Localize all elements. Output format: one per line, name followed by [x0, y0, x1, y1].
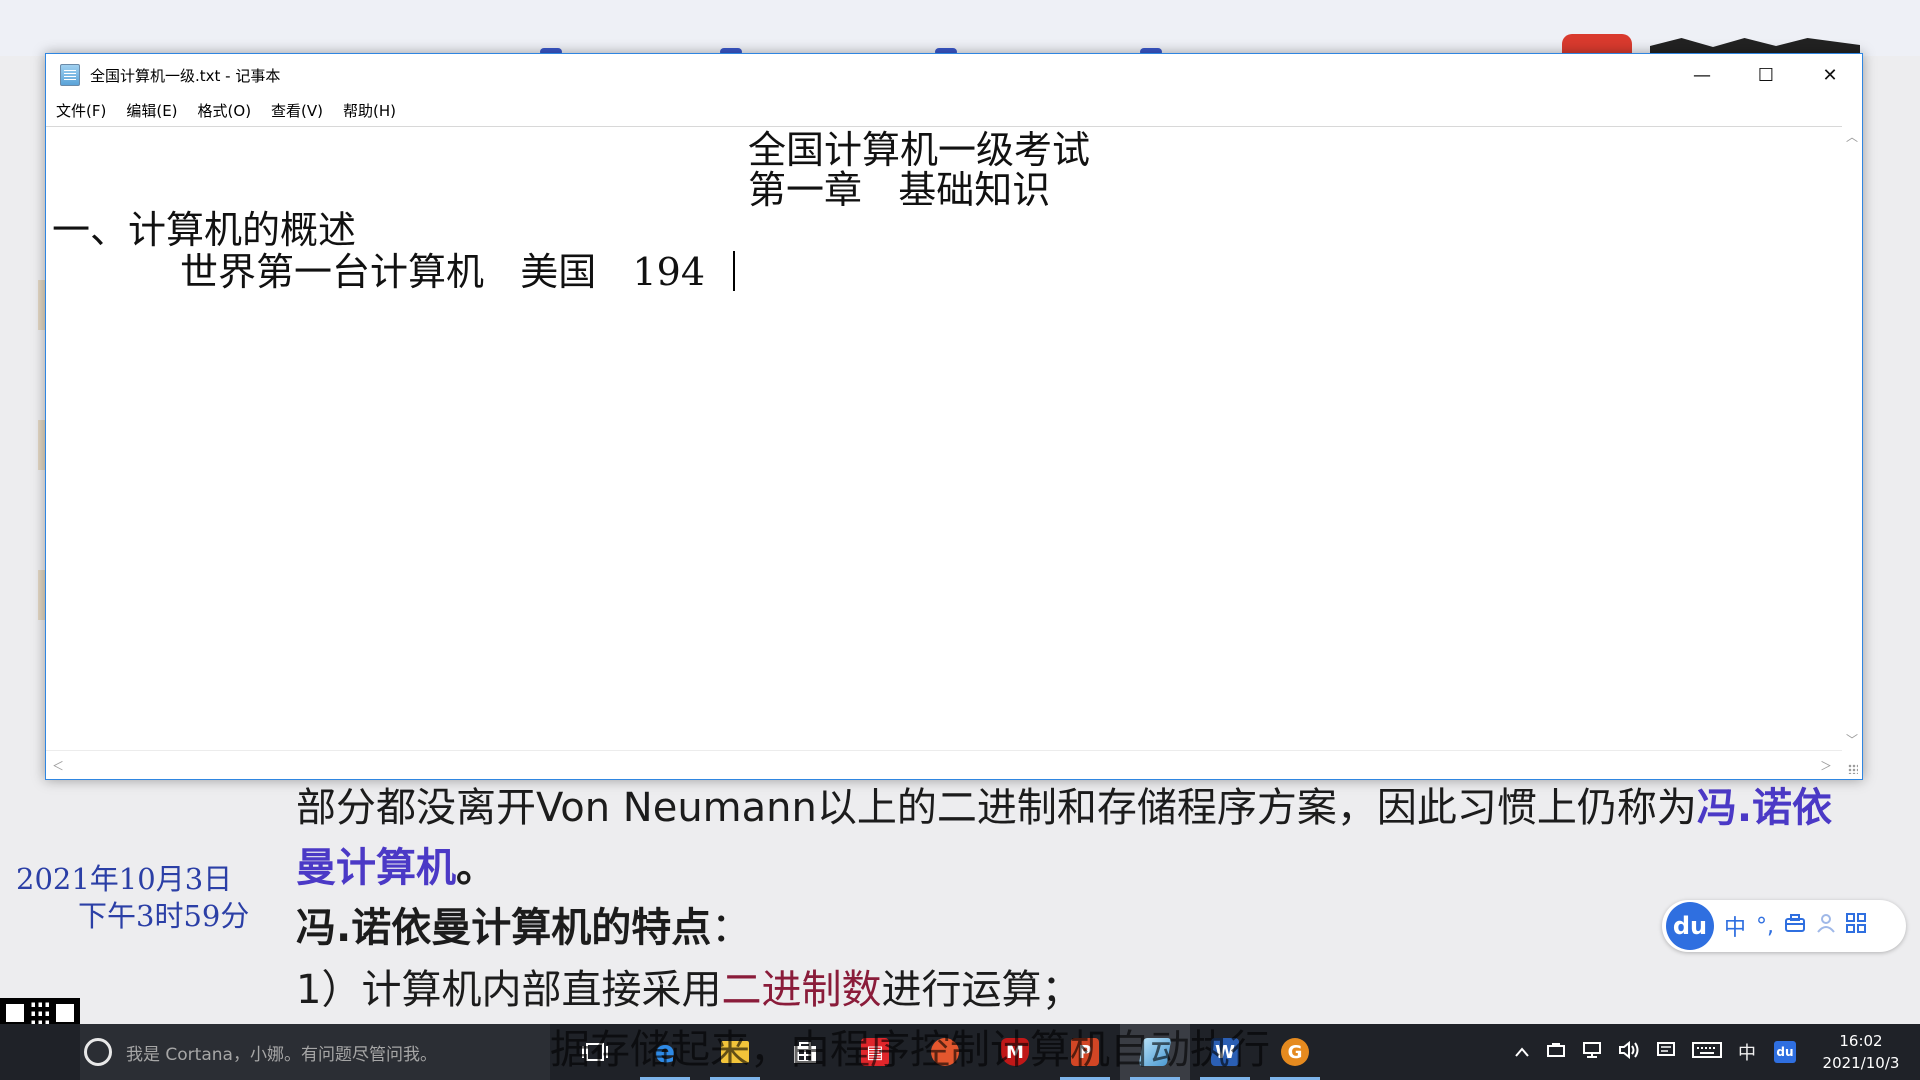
- word-icon[interactable]: W: [1190, 1024, 1260, 1080]
- slide-heading: 冯.诺依曼计算机的特点：: [296, 908, 751, 948]
- ime-mode-toggle[interactable]: 中: [1724, 910, 1746, 942]
- paint-icon[interactable]: [910, 1024, 980, 1080]
- input-language-indicator[interactable]: 中: [1738, 1039, 1756, 1065]
- baidu-ime-logo[interactable]: du: [1666, 902, 1714, 950]
- document-chapter-line: 第一章 基础知识: [748, 168, 1051, 212]
- slide-text-line: 曼计算机。: [296, 848, 496, 888]
- minimize-button[interactable]: —: [1670, 54, 1734, 96]
- notification-icon[interactable]: [1656, 1041, 1676, 1064]
- store-icon[interactable]: [770, 1024, 840, 1080]
- task-view-icon[interactable]: [560, 1024, 630, 1080]
- caption-buttons: — ☐ ✕: [1670, 54, 1862, 96]
- menu-help[interactable]: 帮助(H): [343, 100, 396, 121]
- clock-time: 16:02: [1839, 1032, 1883, 1050]
- slide-text: 冯.诺依曼计算机的特点: [296, 905, 712, 951]
- network-icon[interactable]: [1582, 1041, 1602, 1064]
- document-section-line: 一、计算机的概述: [52, 208, 357, 252]
- search-placeholder: 我是 Cortana，小娜。有问题尽管问我。: [126, 1044, 437, 1065]
- slide-text-line: 部分都没离开Von Neumann以上的二进制和存储程序方案，因此习惯上仍称为冯…: [296, 788, 1832, 828]
- volume-icon[interactable]: [1618, 1040, 1640, 1064]
- title-bar[interactable]: 全国计算机一级.txt - 记事本 — ☐ ✕: [46, 54, 1862, 96]
- slide-highlight: 曼计算机: [296, 845, 456, 891]
- taskbar-apps: e ▤ M P W G: [560, 1024, 1330, 1080]
- cortana-icon[interactable]: [84, 1038, 112, 1066]
- slide-date: 2021年10月3日: [16, 862, 233, 896]
- ime-punctuation-toggle[interactable]: °,: [1756, 914, 1774, 939]
- app-icon[interactable]: G: [1260, 1024, 1330, 1080]
- slide-text: ：: [711, 905, 752, 951]
- slide-time: 下午3时59分: [78, 899, 250, 933]
- cortana-search-box[interactable]: 我是 Cortana，小娜。有问题尽管问我。: [80, 1024, 550, 1080]
- taskbar: 我是 Cortana，小娜。有问题尽管问我。 e ▤ M P W G 中 du …: [0, 1024, 1920, 1080]
- usb-icon[interactable]: [1546, 1042, 1566, 1063]
- menu-format[interactable]: 格式(O): [198, 100, 252, 121]
- slide-text: 。: [456, 845, 496, 891]
- scroll-down-icon[interactable]: ﹀: [1846, 731, 1858, 748]
- horizontal-scrollbar[interactable]: ＜ ＞: [46, 750, 1842, 779]
- mcafee-icon[interactable]: M: [980, 1024, 1050, 1080]
- window-title: 全国计算机一级.txt - 记事本: [90, 66, 281, 85]
- baidu-ime-tray-icon[interactable]: du: [1774, 1041, 1796, 1063]
- slide-highlight: 冯.诺依: [1696, 785, 1833, 831]
- user-icon[interactable]: [1816, 913, 1836, 939]
- reader-icon[interactable]: ▤: [840, 1024, 910, 1080]
- slide-highlight: 二进制数: [721, 967, 882, 1013]
- system-clock[interactable]: 16:02 2021/10/3: [1806, 1024, 1916, 1080]
- menu-file[interactable]: 文件(F): [56, 100, 106, 121]
- powerpoint-icon[interactable]: P: [1050, 1024, 1120, 1080]
- maximize-button[interactable]: ☐: [1734, 54, 1798, 96]
- close-button[interactable]: ✕: [1798, 54, 1862, 96]
- ime-toolbar: du 中 °,: [1662, 900, 1906, 952]
- scroll-left-icon[interactable]: ＜: [52, 757, 64, 774]
- notepad-icon[interactable]: [1120, 1024, 1190, 1080]
- document-title-line: 全国计算机一级考试: [748, 128, 1091, 172]
- text-caret: [733, 251, 735, 291]
- chevron-up-icon[interactable]: [1514, 1042, 1530, 1063]
- toolbox-icon[interactable]: [1784, 913, 1806, 939]
- system-tray: 中 du 16:02 2021/10/3: [1506, 1024, 1920, 1080]
- vertical-scrollbar[interactable]: ︿ ﹀: [1842, 126, 1862, 750]
- text-editor[interactable]: 全国计算机一级考试 第一章 基础知识 一、计算机的概述 世界第一台计算机 美国 …: [46, 126, 1842, 751]
- notepad-icon[interactable]: [60, 64, 80, 86]
- clock-date: 2021/10/3: [1822, 1054, 1900, 1072]
- menu-bar: 文件(F) 编辑(E) 格式(O) 查看(V) 帮助(H): [46, 96, 1862, 124]
- grid-icon[interactable]: [1846, 913, 1867, 939]
- resize-grip[interactable]: [1842, 751, 1862, 779]
- slide-header-strip: [0, 0, 1920, 56]
- slide-text: 部分都没离开Von Neumann以上的二进制和存储程序方案，因此习惯上仍称为: [296, 785, 1697, 831]
- scroll-up-icon[interactable]: ︿: [1846, 128, 1858, 145]
- notepad-window: 全国计算机一级.txt - 记事本 — ☐ ✕ 文件(F) 编辑(E) 格式(O…: [45, 53, 1863, 780]
- document-body-line: 世界第一台计算机 美国 194: [180, 250, 706, 294]
- menu-view[interactable]: 查看(V): [271, 100, 323, 121]
- menu-edit[interactable]: 编辑(E): [126, 100, 177, 121]
- edge-icon[interactable]: e: [630, 1024, 700, 1080]
- keyboard-icon[interactable]: [1692, 1041, 1722, 1064]
- scroll-right-icon[interactable]: ＞: [1820, 757, 1832, 774]
- slide-text-line: 1）计算机内部直接采用二进制数进行运算；: [296, 970, 1081, 1010]
- file-explorer-icon[interactable]: [700, 1024, 770, 1080]
- slide-text: 进行运算；: [881, 967, 1082, 1013]
- slide-text: 1）计算机内部直接采用: [296, 967, 722, 1013]
